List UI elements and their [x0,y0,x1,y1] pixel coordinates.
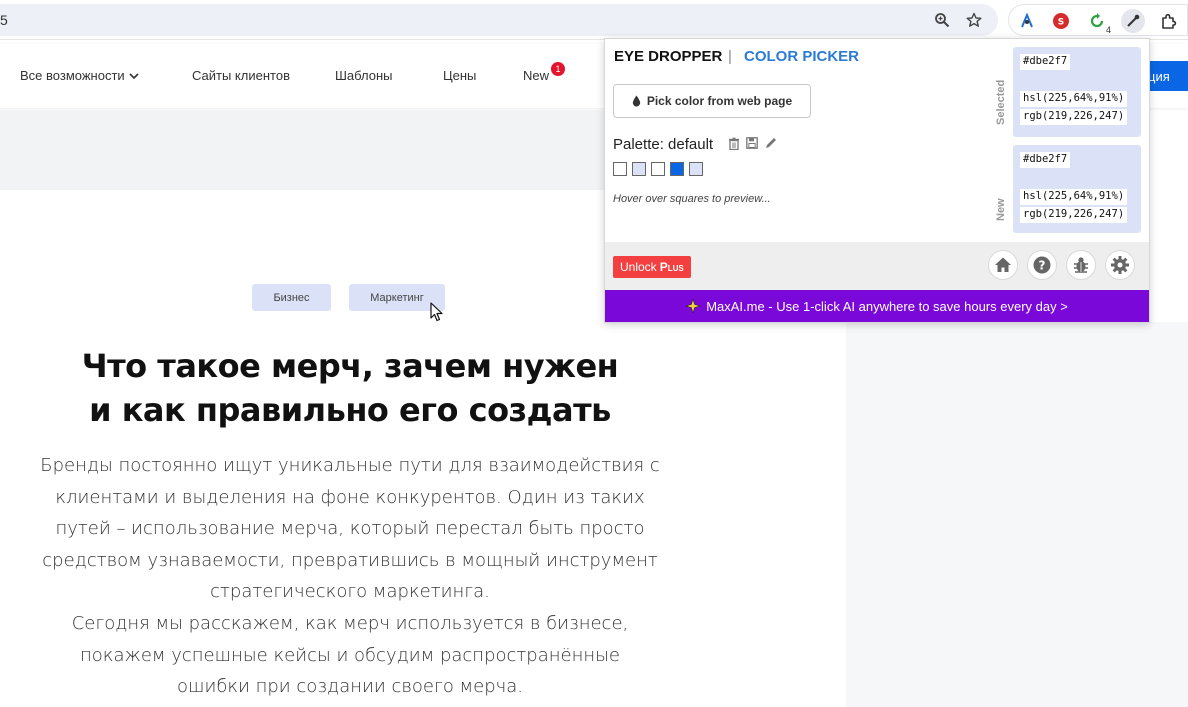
unlock-plus-button[interactable]: Unlock Plus [613,256,691,278]
screen: 5 S 4 Все возможности Сайты клиентов Шаб… [0,0,1188,707]
help-icon: ? [1033,256,1051,274]
address-bar-text: 5 [0,12,8,28]
gear-icon [1111,256,1129,274]
address-bar[interactable]: 5 [0,4,998,36]
nav-client-sites[interactable]: Сайты клиентов [192,68,290,83]
bug-icon [1074,257,1088,273]
help-button[interactable]: ? [1027,250,1057,280]
selected-color-box[interactable]: #dbe2f7 hsl(225,64%,91%) rgb(219,226,247… [1013,47,1141,137]
tab-color-picker[interactable]: COLOR PICKER [744,48,859,65]
palette-swatch[interactable] [632,162,646,176]
tab-separator: | [728,48,732,65]
extensions-puzzle-icon[interactable] [1157,9,1181,33]
hero-band [0,110,604,190]
article-headline: Что такое мерч, зачем нужен и как правил… [40,344,660,432]
headline-line: Что такое мерч, зачем нужен [81,347,619,385]
intro-line: Бренды постоянно ищут уникальные пути дл… [40,455,660,476]
new-hex[interactable]: #dbe2f7 [1020,152,1071,168]
tag-business[interactable]: Бизнес [252,284,331,311]
popup-footer: Unlock Plus ? [605,242,1149,290]
pick-color-button-label: Pick color from web page [646,94,793,108]
nav-new-badge: 1 [551,62,565,76]
chevron-down-icon [129,72,139,83]
extension-seo-icon[interactable]: S [1049,9,1073,33]
save-icon[interactable] [745,136,759,150]
eyedropper-popup: EYE DROPPER | COLOR PICKER Pick color fr… [604,38,1150,323]
nav-new[interactable]: New 1 [523,62,565,83]
trash-icon[interactable] [727,136,741,150]
article-intro: Бренды постоянно ищут уникальные пути дл… [40,450,660,703]
unlock-plus-label: Plus [659,260,684,274]
palette-label: Palette: default [613,136,714,153]
edit-pencil-icon[interactable] [764,136,778,150]
palette-swatch[interactable] [651,162,665,176]
intro-line: стратегического маркетинга. [210,581,490,603]
nav-new-label: New [523,68,550,83]
palette-swatch[interactable] [689,162,703,176]
intro-line: покажем успешные кейсы и обсудим распрос… [80,644,620,666]
extension-badge: 4 [1105,25,1111,35]
palette-swatch[interactable] [670,162,684,176]
palette-swatch[interactable] [613,162,627,176]
droplet-icon [632,95,641,107]
new-rgb[interactable]: rgb(219,226,247) [1020,207,1128,223]
pick-color-button[interactable]: Pick color from web page [613,84,811,118]
mouse-cursor-icon [430,302,443,322]
intro-line: средством узнаваемости, превратившись в … [42,549,658,571]
tab-eye-dropper[interactable]: EYE DROPPER [614,48,722,65]
hover-hint: Hover over squares to preview... [613,193,771,205]
bug-report-button[interactable] [1066,250,1096,280]
intro-line: Сегодня мы расскажем, как мерч используе… [71,612,629,634]
unlock-label: Unlock [620,260,657,274]
intro-line: клиентами и выделения на фоне конкуренто… [55,486,645,508]
settings-button[interactable] [1105,250,1135,280]
selected-label: Selected [995,79,1007,125]
headline-line: и как правильно его создать [89,391,611,429]
nav-all-features[interactable]: Все возможности [20,68,139,83]
browser-toolbar: 5 S 4 [0,0,1188,40]
intro-line: путей – использование мерча, который пер… [55,518,645,540]
new-label: New [995,198,1007,221]
home-button[interactable] [988,250,1018,280]
svg-text:S: S [1058,18,1064,28]
nav-prices[interactable]: Цены [443,68,476,83]
eyedropper-extension-icon[interactable] [1121,9,1145,33]
svg-text:?: ? [1039,259,1046,273]
extensions-area: S 4 [1008,4,1188,36]
bookmark-star-icon[interactable] [965,11,983,29]
home-icon [995,257,1011,272]
maxai-promo-banner[interactable]: MaxAI.me - Use 1-click AI anywhere to sa… [605,290,1149,322]
selected-hsl[interactable]: hsl(225,64%,91%) [1020,91,1128,107]
extension-refresh-icon[interactable]: 4 [1085,9,1111,35]
new-hsl[interactable]: hsl(225,64%,91%) [1020,189,1128,205]
intro-line: ошибки при создании своего мерча. [176,676,524,698]
sparkle-icon [686,299,701,313]
new-color-box[interactable]: #dbe2f7 hsl(225,64%,91%) rgb(219,226,247… [1013,145,1141,233]
selected-rgb[interactable]: rgb(219,226,247) [1020,109,1128,125]
extension-compass-icon[interactable] [1015,9,1039,33]
zoom-icon[interactable] [933,11,951,29]
sidebar-background [846,322,1188,707]
nav-all-features-label: Все возможности [20,68,125,83]
promo-text: MaxAI.me - Use 1-click AI anywhere to sa… [706,298,1068,314]
selected-hex[interactable]: #dbe2f7 [1020,54,1071,70]
nav-templates[interactable]: Шаблоны [335,68,393,83]
